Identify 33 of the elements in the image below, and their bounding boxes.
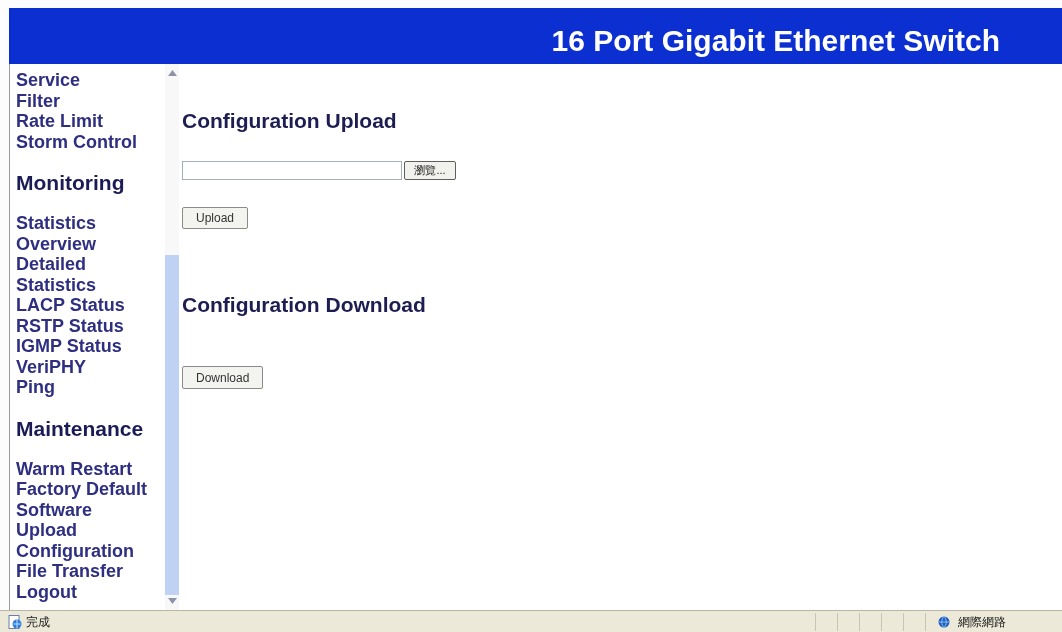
sidebar-heading: Monitoring	[16, 171, 125, 195]
zone-text: 網際網路	[958, 613, 1006, 631]
sidebar-link[interactable]: RSTP Status	[16, 315, 124, 336]
sidebar-link[interactable]: VeriPHY	[16, 356, 87, 377]
file-path-field[interactable]	[182, 161, 402, 180]
sidebar-link[interactable]: Statistics Overview	[16, 213, 152, 254]
action-button[interactable]: Upload	[182, 207, 249, 229]
sidebar-link[interactable]: Configuration File Transfer	[16, 540, 152, 582]
sidebar-link[interactable]: Factory Default	[16, 479, 148, 500]
section-title: Configuration Upload	[182, 108, 397, 134]
section-title: Configuration Download	[182, 292, 426, 318]
scroll-up-icon[interactable]	[167, 70, 177, 76]
sidebar-heading: Maintenance	[16, 416, 144, 441]
sidebar-link[interactable]: Logout	[16, 581, 77, 602]
sidebar-link[interactable]: Rate Limit	[16, 111, 103, 132]
status-text: 完成	[26, 613, 50, 631]
sidebar-link[interactable]: Service	[16, 70, 81, 91]
sidebar-link[interactable]: Storm Control	[16, 131, 137, 152]
page-icon	[8, 614, 22, 629]
sidebar-link[interactable]: Software Upload	[16, 499, 152, 541]
sidebar-link[interactable]: LACP Status	[16, 295, 125, 316]
page-title: 16 Port Gigabit Ethernet Switch	[551, 23, 1000, 58]
globe-icon	[938, 615, 950, 628]
scrollbar-thumb[interactable]	[165, 255, 179, 595]
sidebar-link[interactable]: Filter	[16, 90, 60, 111]
browse-button[interactable]: 瀏覽...	[404, 161, 456, 180]
action-button[interactable]: Download	[182, 366, 264, 389]
sidebar-link[interactable]: Detailed Statistics	[16, 254, 152, 295]
scrollbar[interactable]	[165, 64, 179, 610]
sidebar-link[interactable]: Ping	[16, 377, 55, 398]
sidebar-link[interactable]: Warm Restart	[16, 458, 133, 479]
sidebar-link[interactable]: IGMP Status	[16, 336, 122, 357]
scroll-down-icon[interactable]	[167, 598, 177, 604]
